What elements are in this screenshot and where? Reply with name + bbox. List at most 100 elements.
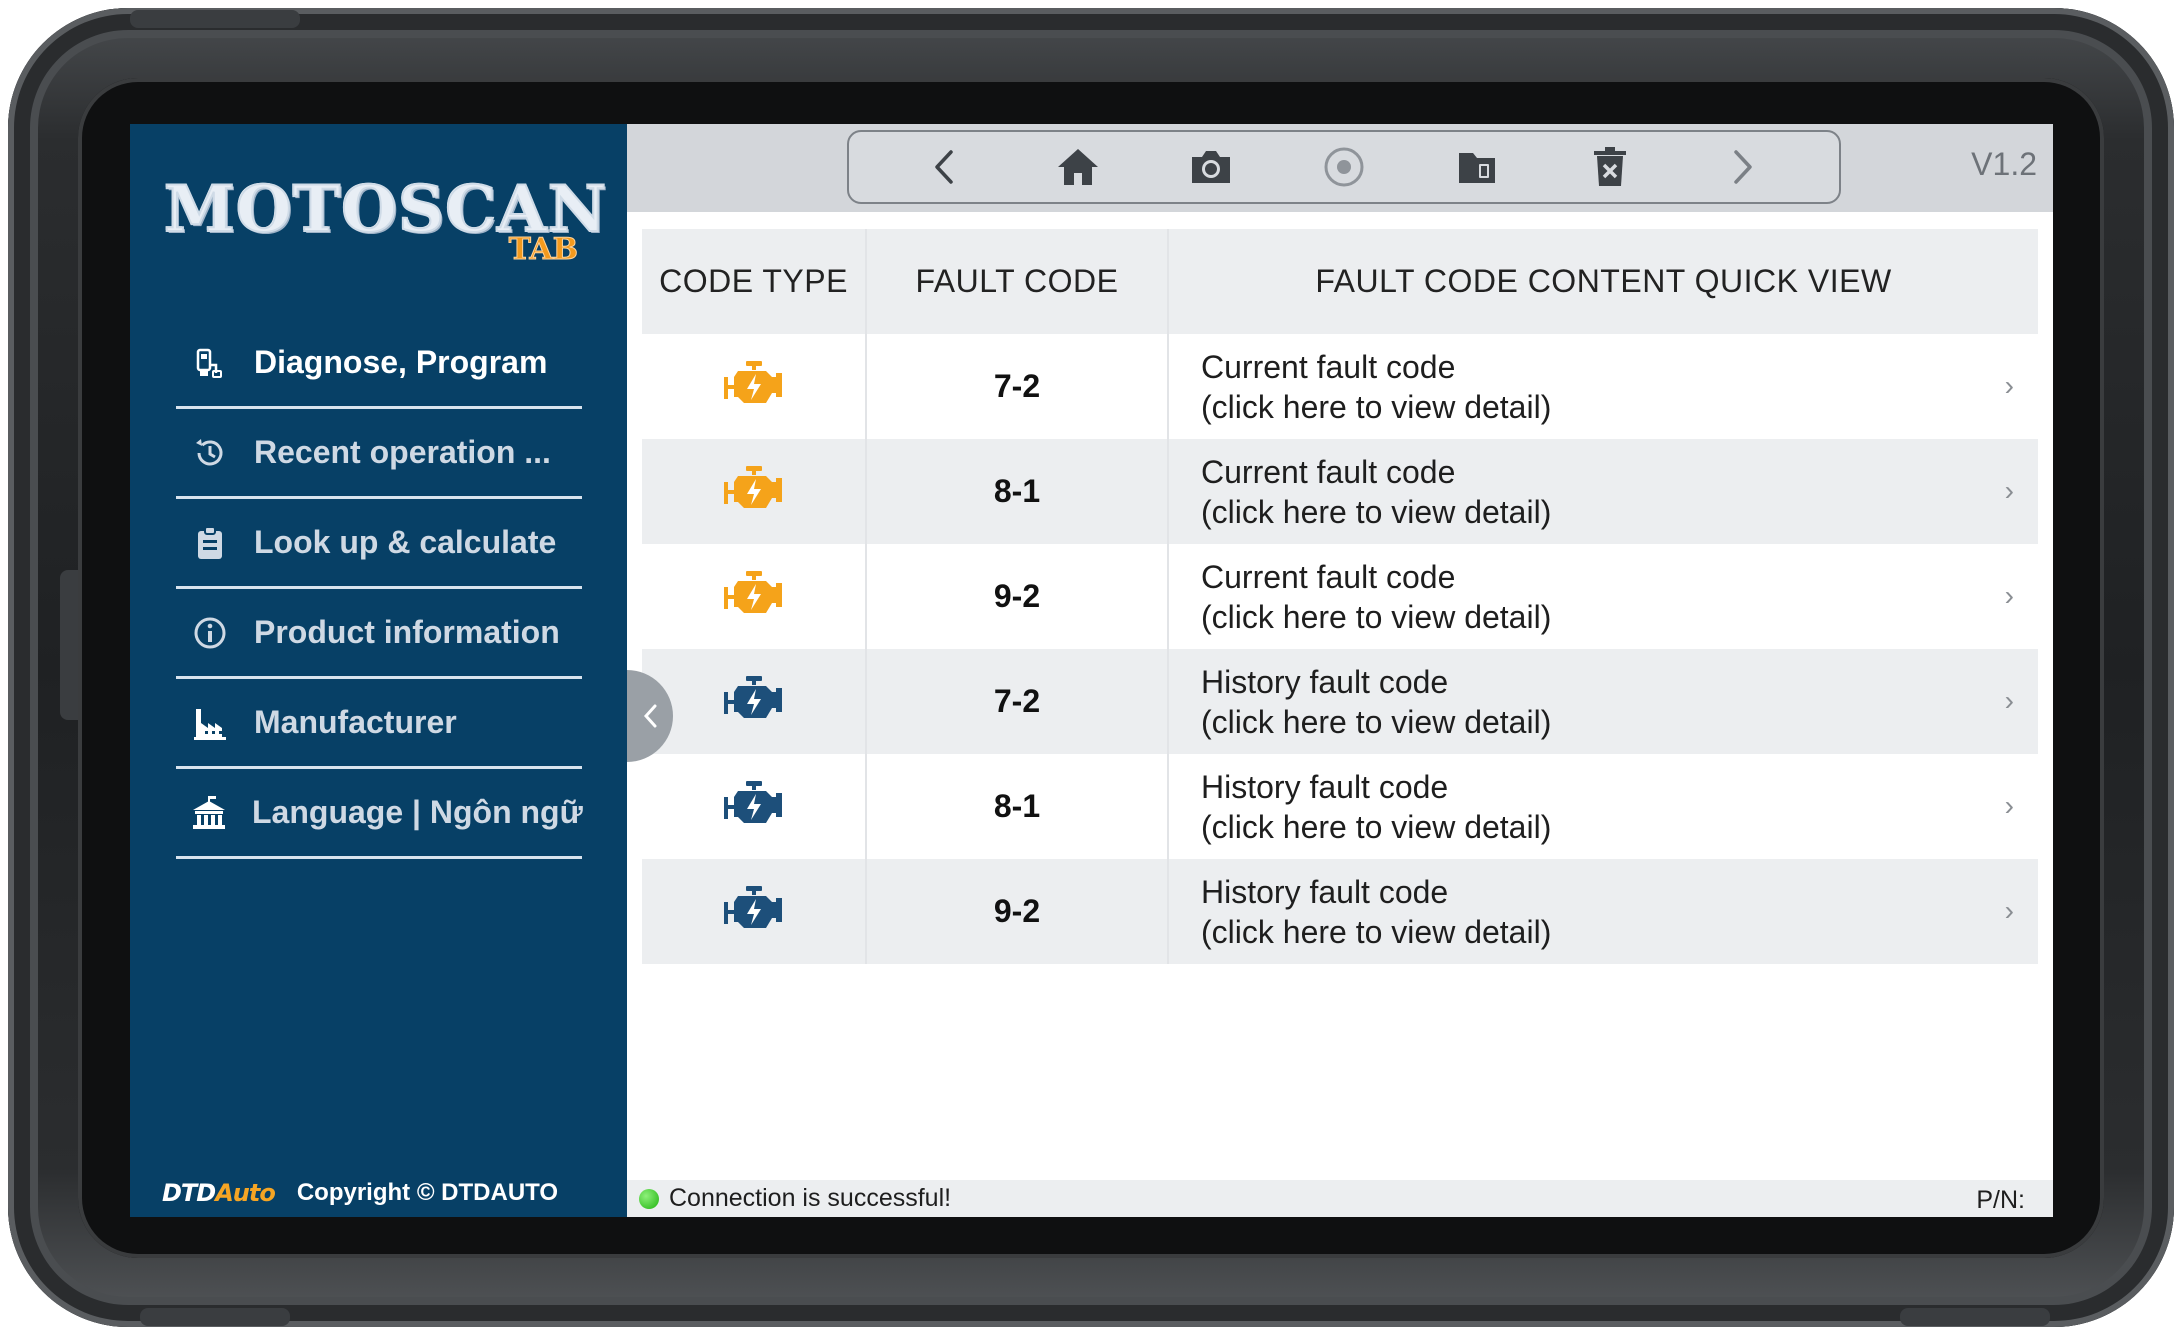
sidebar-item-diagnose[interactable]: Diagnose, Program	[176, 319, 582, 409]
top-bar: V1.2	[627, 124, 2053, 212]
header-label: FAULT CODE CONTENT QUICK VIEW	[1315, 263, 1892, 299]
engine-current-icon	[722, 359, 786, 414]
sidebar-item-label: Look up & calculate	[254, 524, 557, 560]
fault-code-table: CODE TYPE FAULT CODE FAULT CODE CONTENT …	[642, 229, 2038, 964]
clipboard-icon	[190, 523, 230, 563]
home-icon	[1058, 149, 1099, 185]
record-icon	[1324, 147, 1364, 187]
sidebar-item-product-info[interactable]: Product information	[176, 589, 582, 679]
sidebar-item-label: Diagnose, Program	[254, 344, 548, 380]
delete-icon	[1593, 147, 1626, 186]
chevron-right-icon: ›	[2004, 475, 2014, 506]
table-row[interactable]: 8-1 History fault code (click here to view…	[642, 754, 2038, 859]
content-line-1: Current fault code	[1201, 453, 1456, 490]
fault-code: 9-2	[993, 578, 1041, 614]
table-row[interactable]: 7-2 Current fault code (click here to view…	[642, 334, 2038, 439]
code-type-cell	[642, 439, 867, 544]
fault-code-cell: 8-1	[867, 439, 1169, 544]
fault-code: 8-1	[993, 473, 1041, 509]
record-button[interactable]	[1314, 137, 1374, 197]
header-label: CODE TYPE	[659, 263, 848, 299]
app-logo: MOTOSCAN TAB	[163, 171, 607, 272]
fault-code-cell: 7-2	[867, 334, 1169, 439]
content-cell[interactable]: Current fault code (click here to view de…	[1169, 439, 2038, 544]
screen: MOTOSCAN TAB Diagnose, Program Recent op…	[130, 124, 2053, 1217]
sidebar-item-label: Language | Ngôn ngữ	[252, 794, 583, 830]
diagnose-icon	[190, 343, 230, 383]
fault-code: 8-1	[993, 788, 1041, 824]
frame-port-bottom-right	[1900, 1308, 2050, 1326]
chevron-right-icon: ›	[2004, 790, 2014, 821]
chevron-right-icon: ›	[2004, 685, 2014, 716]
frame-button-top	[130, 10, 300, 28]
engine-current-icon	[722, 569, 786, 624]
logo-subtext: TAB	[508, 232, 578, 268]
content-text: History fault code (click here to view de…	[1201, 767, 1551, 847]
home-button[interactable]	[1048, 137, 1108, 197]
folder-button[interactable]	[1447, 137, 1507, 197]
back-icon	[935, 150, 954, 184]
content-cell[interactable]: History fault code (click here to view de…	[1169, 754, 2038, 859]
history-icon	[190, 433, 230, 473]
status-ok-icon	[639, 1188, 659, 1209]
forward-icon	[1734, 150, 1753, 184]
code-type-cell	[642, 544, 867, 649]
folder-icon	[1458, 153, 1495, 183]
table-row[interactable]: 9-2 History fault code (click here to view…	[642, 859, 2038, 964]
code-type-cell	[642, 649, 867, 754]
sidebar-footer: DTDAuto Copyright © DTDAUTO	[162, 1179, 558, 1207]
factory-icon	[190, 703, 230, 743]
status-bar: Connection is successful! P/N:	[627, 1180, 2053, 1217]
fault-code-cell: 9-2	[867, 859, 1169, 964]
chevron-right-icon: ›	[2004, 895, 2014, 926]
content-line-2: (click here to view detail)	[1201, 598, 1552, 635]
sidebar-item-label: Product information	[254, 614, 560, 650]
content-line-1: History fault code	[1201, 768, 1449, 805]
column-header-code-type: CODE TYPE	[642, 229, 867, 334]
engine-history-icon	[722, 674, 786, 729]
frame-port-bottom	[140, 1308, 290, 1326]
content-cell[interactable]: Current fault code (click here to view de…	[1169, 334, 2038, 439]
footer-brand-logo: DTDAuto	[162, 1179, 276, 1207]
table-row[interactable]: 9-2 Current fault code (click here to view…	[642, 544, 2038, 649]
content-cell[interactable]: History fault code (click here to view de…	[1169, 859, 2038, 964]
delete-button[interactable]	[1580, 137, 1640, 197]
camera-icon	[1192, 151, 1231, 183]
sidebar-item-language[interactable]: Language | Ngôn ngữ	[176, 769, 583, 859]
toolbar	[847, 130, 1841, 204]
sidebar-item-recent[interactable]: Recent operation ...	[176, 409, 582, 499]
content-cell[interactable]: Current fault code (click here to view de…	[1169, 544, 2038, 649]
code-type-cell	[642, 754, 867, 859]
content-cell[interactable]: History fault code (click here to view de…	[1169, 649, 2038, 754]
table-row[interactable]: 7-2 History fault code (click here to view…	[642, 649, 2038, 754]
content-text: History fault code (click here to view de…	[1201, 662, 1551, 742]
version-label: V1.2	[1971, 146, 2037, 182]
sidebar: MOTOSCAN TAB Diagnose, Program Recent op…	[130, 124, 627, 1217]
sidebar-menu: Diagnose, Program Recent operation ... L…	[176, 319, 583, 859]
forward-button[interactable]	[1712, 137, 1772, 197]
sidebar-item-manufacturer[interactable]: Manufacturer	[176, 679, 582, 769]
fault-code-cell: 7-2	[867, 649, 1169, 754]
content-text: History fault code (click here to view de…	[1201, 872, 1551, 952]
info-icon	[190, 613, 230, 653]
content-line-1: History fault code	[1201, 873, 1449, 910]
fault-code: 9-2	[993, 893, 1041, 929]
content-line-1: Current fault code	[1201, 348, 1456, 385]
screenshot-button[interactable]	[1181, 137, 1241, 197]
back-button[interactable]	[915, 137, 975, 197]
chevron-right-icon: ›	[2004, 370, 2014, 401]
table-row[interactable]: 8-1 Current fault code (click here to view…	[642, 439, 2038, 544]
fault-code-cell: 9-2	[867, 544, 1169, 649]
content-text: Current fault code (click here to view de…	[1201, 557, 1551, 637]
code-type-cell	[642, 334, 867, 439]
content-line-2: (click here to view detail)	[1201, 493, 1552, 530]
footer-brand-part: Auto	[215, 1179, 276, 1207]
sidebar-item-label: Manufacturer	[254, 704, 457, 740]
sidebar-item-lookup[interactable]: Look up & calculate	[176, 499, 582, 589]
chevron-left-icon	[643, 704, 657, 728]
content-line-2: (click here to view detail)	[1201, 808, 1552, 845]
fault-code-cell: 8-1	[867, 754, 1169, 859]
table-body: 7-2 Current fault code (click here to view…	[642, 334, 2038, 964]
sidebar-item-label: Recent operation ...	[254, 434, 551, 470]
header-label: FAULT CODE	[915, 263, 1119, 299]
